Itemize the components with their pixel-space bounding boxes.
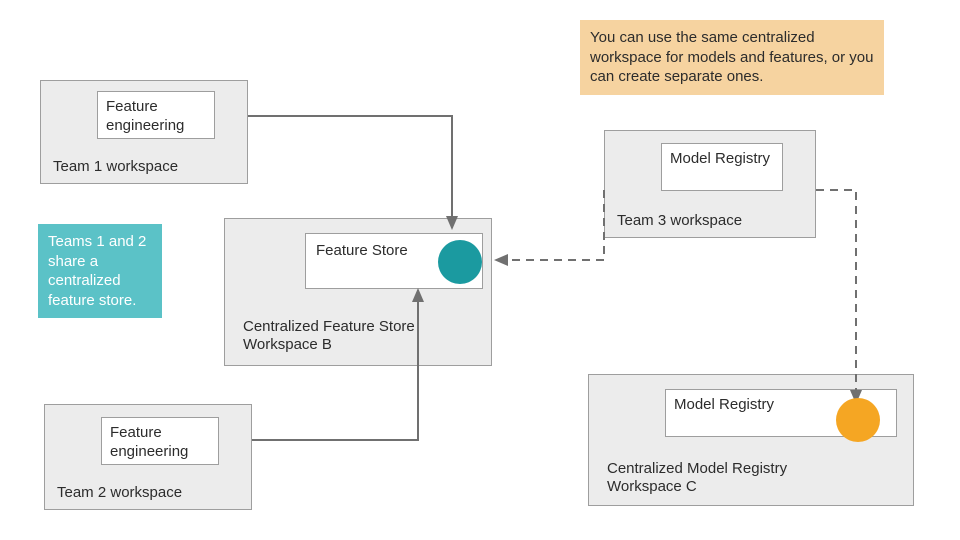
team3-model-registry-box: Model Registry	[661, 143, 783, 191]
model-registry-inner-label: Model Registry	[674, 396, 774, 413]
model-registry-inner-box: Model Registry	[665, 389, 897, 437]
team1-label: Team 1 workspace	[49, 158, 182, 177]
model-registry-workspace-box: Model Registry Centralized Model Registr…	[588, 374, 914, 506]
teal-note-text: Teams 1 and 2 share a centralized featur…	[48, 233, 146, 309]
orange-note-callout: You can use the same centralized workspa…	[580, 20, 884, 95]
team3-inner-label: Model Registry	[670, 150, 770, 167]
feature-store-inner-box: Feature Store	[305, 233, 483, 289]
team2-feature-engineering-box: Feature engineering	[101, 417, 219, 465]
team1-inner-label: Feature engineering	[106, 98, 184, 134]
arrow-team1-to-feature-store	[248, 116, 452, 228]
team3-connector-stub	[816, 190, 856, 402]
team1-workspace-box: Feature engineering Team 1 workspace	[40, 80, 248, 184]
teal-note-callout: Teams 1 and 2 share a centralized featur…	[38, 224, 162, 318]
feature-store-inner-label: Feature Store	[316, 242, 408, 259]
team2-workspace-box: Feature engineering Team 2 workspace	[44, 404, 252, 510]
feature-store-label: Centralized Feature Store Workspace B	[239, 318, 457, 356]
model-registry-label: Centralized Model Registry Workspace C	[603, 460, 841, 498]
feature-store-workspace-box: Feature Store Centralized Feature Store …	[224, 218, 492, 366]
team3-workspace-box: Model Registry Team 3 workspace	[604, 130, 816, 238]
team1-feature-engineering-box: Feature engineering	[97, 91, 215, 139]
team2-inner-label: Feature engineering	[110, 424, 188, 460]
team3-label: Team 3 workspace	[613, 212, 746, 231]
orange-note-text: You can use the same centralized workspa…	[590, 29, 873, 85]
team2-label: Team 2 workspace	[53, 484, 186, 503]
